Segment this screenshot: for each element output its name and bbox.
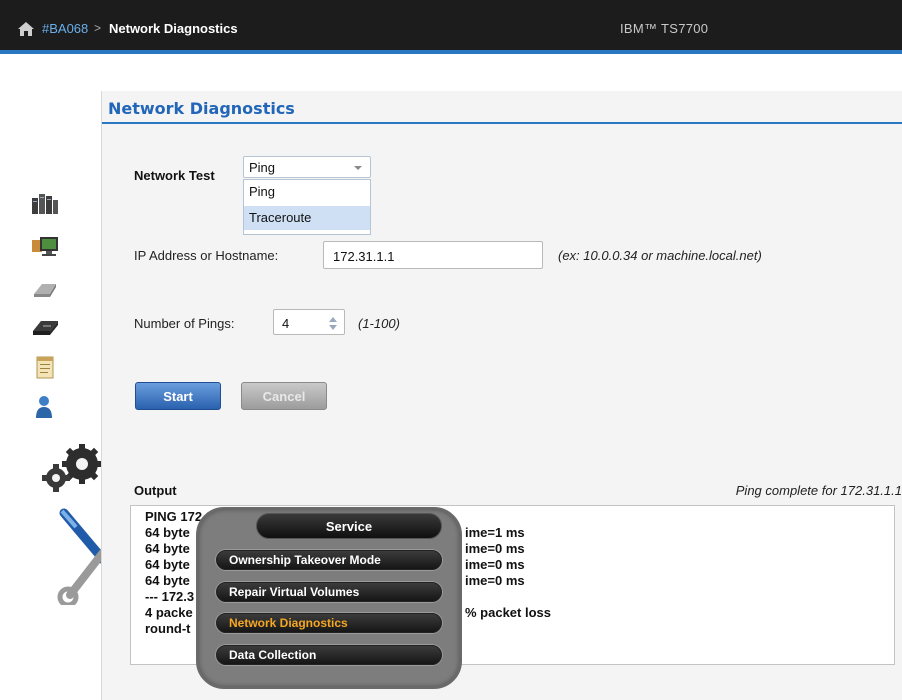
output-line: 64 byte: [145, 541, 190, 556]
option-ping[interactable]: Ping: [244, 180, 370, 204]
output-line-tail: ime=0 ms: [465, 557, 525, 572]
service-menu-title: Service: [256, 513, 442, 539]
output-line: --- 172.3: [145, 589, 195, 604]
breadcrumb-system-id[interactable]: #BA068: [42, 21, 88, 36]
monitor-icon[interactable]: [30, 234, 60, 260]
ip-address-value: 172.31.1.1: [333, 249, 395, 264]
service-menu: Service Ownership Takeover Mode Repair V…: [196, 507, 462, 689]
output-label: Output: [134, 483, 177, 498]
number-of-pings-hint: (1-100): [358, 316, 400, 331]
user-icon[interactable]: [30, 394, 60, 420]
output-line: 64 byte: [145, 573, 190, 588]
output-line: 64 byte: [145, 557, 190, 572]
output-status: Ping complete for 172.31.1.1: [735, 483, 902, 498]
number-of-pings-stepper[interactable]: 4: [273, 309, 345, 335]
decrement-icon[interactable]: [329, 325, 337, 330]
home-icon[interactable]: [17, 21, 35, 37]
network-test-value: Ping: [249, 160, 276, 175]
output-line: 4 packe: [145, 605, 193, 620]
output-line-tail: % packet loss: [465, 605, 551, 620]
notepad-icon[interactable]: [30, 354, 60, 380]
menu-item-ownership-takeover[interactable]: Ownership Takeover Mode: [216, 550, 442, 570]
option-traceroute[interactable]: Traceroute: [244, 206, 370, 230]
output-line-tail: ime=0 ms: [465, 541, 525, 556]
header-bar: #BA068 > Network Diagnostics IBM™ TS7700: [0, 0, 902, 54]
menu-item-data-collection[interactable]: Data Collection: [216, 645, 442, 665]
gears-icon: [42, 444, 102, 492]
product-name: IBM™ TS7700: [620, 21, 709, 36]
panel-title: Network Diagnostics: [108, 99, 295, 118]
output-line: 64 byte: [145, 525, 190, 540]
chevron-down-icon[interactable]: [354, 166, 362, 170]
number-of-pings-label: Number of Pings:: [134, 316, 235, 331]
systems-icon[interactable]: [30, 190, 60, 216]
network-test-select[interactable]: Ping: [243, 156, 371, 178]
menu-item-network-diagnostics[interactable]: Network Diagnostics: [216, 613, 442, 633]
breadcrumb-page-title: Network Diagnostics: [109, 21, 238, 36]
output-line: round-t: [145, 621, 191, 636]
start-button[interactable]: Start: [135, 382, 221, 410]
output-line-tail: ime=0 ms: [465, 573, 525, 588]
drive-icon[interactable]: [30, 314, 60, 340]
ip-address-hint: (ex: 10.0.0.34 or machine.local.net): [558, 248, 762, 263]
ip-address-label: IP Address or Hostname:: [134, 248, 279, 263]
cancel-button[interactable]: Cancel: [241, 382, 327, 410]
network-test-label: Network Test: [134, 168, 215, 183]
ip-address-input[interactable]: 172.31.1.1: [323, 241, 543, 269]
increment-icon[interactable]: [329, 317, 337, 322]
number-of-pings-value: 4: [282, 316, 290, 331]
menu-item-repair-virtual-volumes[interactable]: Repair Virtual Volumes: [216, 582, 442, 602]
network-test-dropdown: Ping Traceroute: [243, 179, 371, 235]
cartridge-icon[interactable]: [30, 276, 60, 302]
breadcrumb-separator: >: [94, 21, 102, 35]
header-accent-line: [0, 50, 902, 54]
panel-title-rule: [102, 122, 902, 124]
output-line-tail: ime=1 ms: [465, 525, 525, 540]
